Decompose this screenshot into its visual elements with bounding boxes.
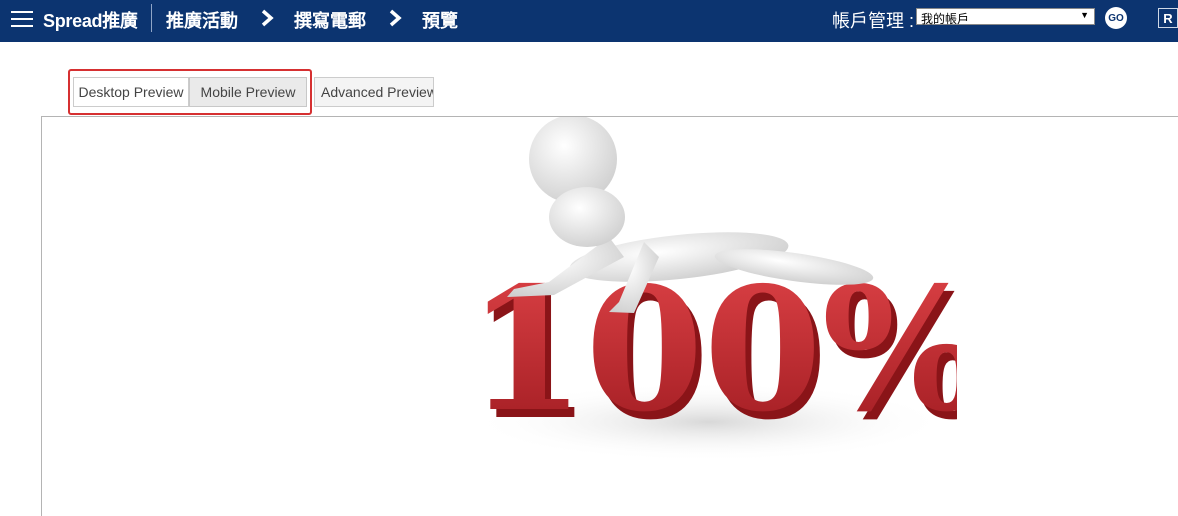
- account-management-label: 帳戶管理 :: [832, 11, 915, 31]
- breadcrumb-campaigns[interactable]: 推廣活動: [166, 7, 238, 33]
- divider: [151, 4, 152, 32]
- breadcrumb-compose-email[interactable]: 撰寫電郵: [294, 7, 366, 33]
- r-button[interactable]: R: [1158, 8, 1178, 28]
- tab-desktop-preview[interactable]: Desktop Preview: [73, 77, 189, 107]
- tab-advanced-preview[interactable]: Advanced Preview: [314, 77, 434, 107]
- top-nav-bar: Spread推廣 推廣活動 撰寫電郵 預覽 帳戶管理 : 我的帳戶 ▼ GO R: [0, 0, 1178, 42]
- brand-logo[interactable]: Spread推廣: [43, 7, 138, 33]
- chevron-right-icon: [389, 9, 402, 27]
- breadcrumb-preview: 預覽: [422, 11, 458, 31]
- tab-mobile-preview[interactable]: Mobile Preview: [189, 77, 307, 107]
- hero-image: 100% 100%: [459, 117, 957, 490]
- hero-text: 100%: [467, 250, 957, 450]
- chevron-right-icon: [261, 9, 274, 27]
- go-button[interactable]: GO: [1105, 7, 1127, 29]
- menu-icon[interactable]: [11, 9, 33, 29]
- account-select[interactable]: 我的帳戶 ▼: [916, 8, 1095, 26]
- account-select-value: 我的帳戶: [921, 12, 970, 26]
- dropdown-arrow-icon: ▼: [1080, 10, 1089, 20]
